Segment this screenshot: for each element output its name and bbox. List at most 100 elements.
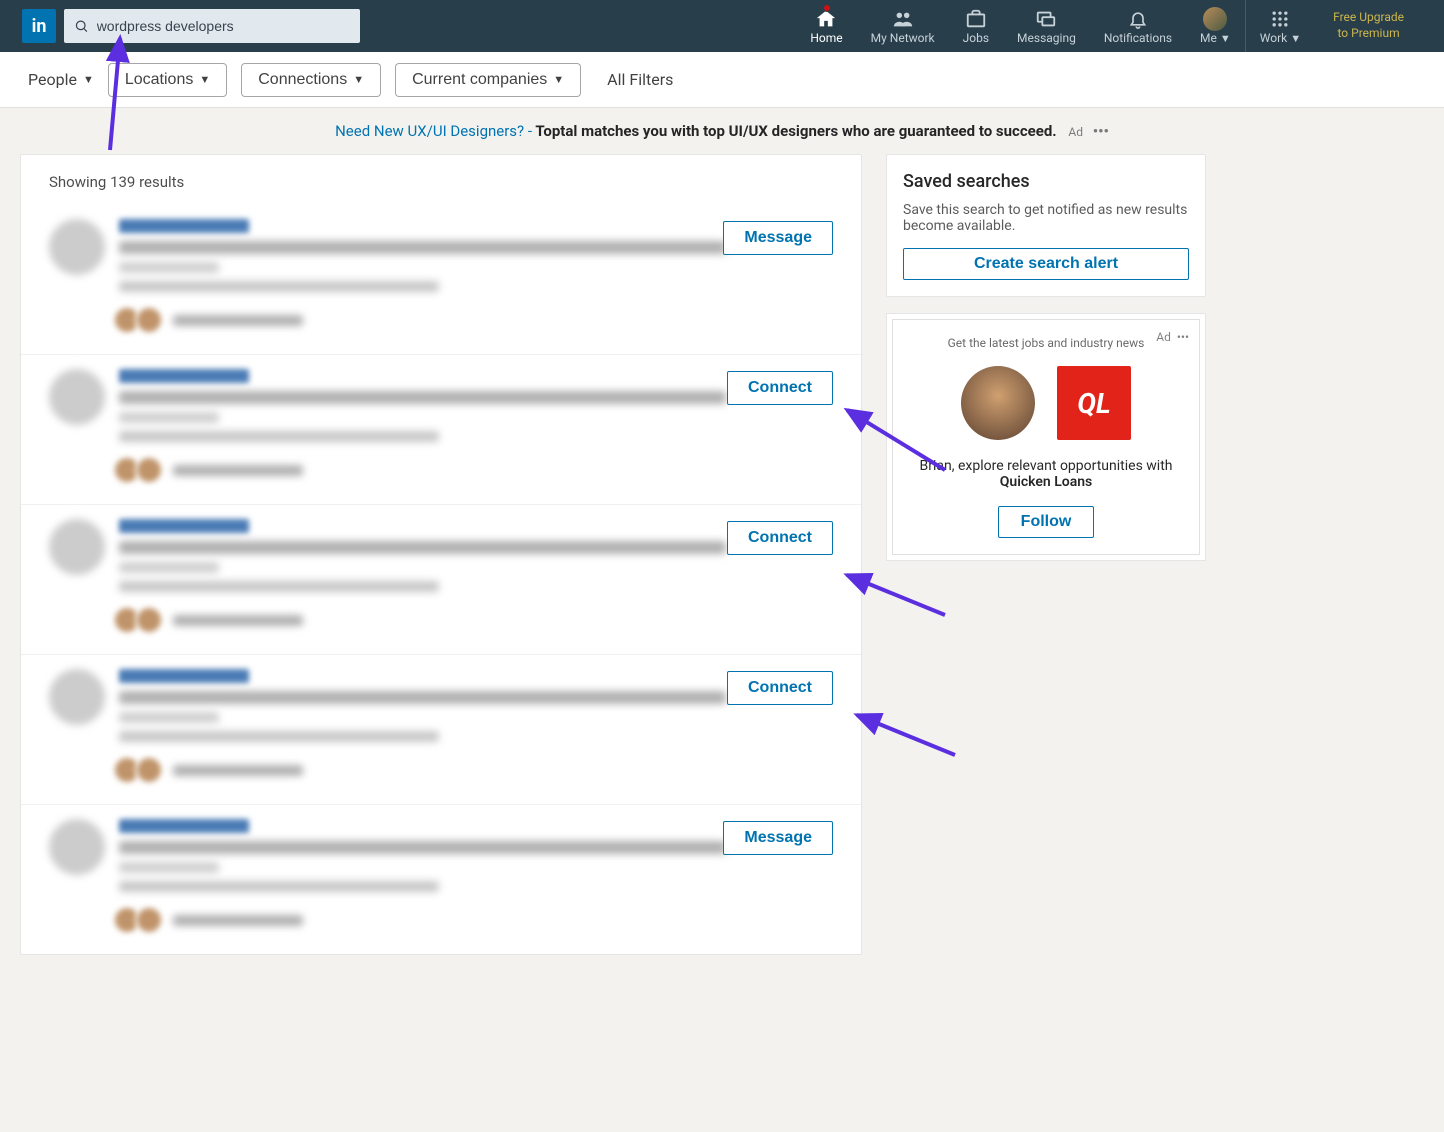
saved-searches-title: Saved searches: [903, 171, 1189, 192]
nav-messaging-label: Messaging: [1017, 31, 1076, 45]
result-headline: [119, 691, 726, 704]
shared-connections: [119, 306, 833, 334]
promo-subtitle: Get the latest jobs and industry news: [909, 336, 1183, 350]
more-icon[interactable]: •••: [1177, 330, 1189, 344]
result-action-button[interactable]: Connect: [727, 671, 833, 705]
chevron-down-icon: ▼: [83, 73, 94, 86]
result-location: [119, 862, 219, 873]
result-location: [119, 262, 219, 273]
nav-messaging[interactable]: Messaging: [1003, 0, 1090, 52]
nav-home-label: Home: [810, 31, 842, 45]
shared-connections: [119, 606, 833, 634]
shared-connections: [119, 756, 833, 784]
result-name[interactable]: [119, 219, 249, 233]
shared-connections: [119, 906, 833, 934]
jobs-icon: [965, 8, 987, 30]
sponsored-card: Ad ••• Get the latest jobs and industry …: [886, 313, 1206, 561]
result-headline: [119, 841, 726, 854]
result-summary: [119, 731, 439, 742]
result-name[interactable]: [119, 669, 249, 683]
result-location: [119, 712, 219, 723]
chevron-down-icon: ▼: [199, 74, 210, 86]
promo-avatar: [961, 366, 1035, 440]
grid-icon: [1270, 9, 1290, 29]
result-name[interactable]: [119, 819, 249, 833]
promo-images: QL: [909, 366, 1183, 440]
notification-dot: [823, 4, 831, 12]
nav-jobs[interactable]: Jobs: [949, 0, 1003, 52]
more-icon[interactable]: •••: [1093, 122, 1109, 140]
result-avatar[interactable]: [49, 369, 105, 425]
bell-icon: [1128, 8, 1148, 30]
nav-me[interactable]: Me ▼: [1186, 0, 1245, 52]
ad-tag: Ad: [1156, 330, 1171, 344]
result-action-button[interactable]: Message: [723, 221, 833, 255]
follow-button[interactable]: Follow: [998, 506, 1095, 538]
result-avatar[interactable]: [49, 519, 105, 575]
filter-bar: People▼ Locations▼ Connections▼ Current …: [0, 52, 1444, 108]
filter-people[interactable]: People▼: [28, 70, 94, 89]
filter-locations[interactable]: Locations▼: [108, 63, 227, 97]
search-result-row: Message: [21, 205, 861, 354]
search-input[interactable]: [97, 18, 350, 34]
nav-network[interactable]: My Network: [857, 0, 949, 52]
search-result-row: Connect: [21, 354, 861, 504]
saved-searches-text: Save this search to get notified as new …: [903, 202, 1189, 234]
shared-connections: [119, 456, 833, 484]
ad-link[interactable]: Need New UX/UI Designers? -: [335, 122, 532, 140]
promo-company-logo: QL: [1057, 366, 1131, 440]
saved-searches-card: Saved searches Save this search to get n…: [886, 154, 1206, 297]
search-icon: [74, 18, 89, 34]
search-result-row: Message: [21, 804, 861, 954]
premium-upsell[interactable]: Free Upgrade to Premium: [1315, 10, 1422, 41]
result-info: [119, 369, 833, 484]
promo-text: Brian, explore relevant opportunities wi…: [909, 458, 1183, 490]
create-search-alert-button[interactable]: Create search alert: [903, 248, 1189, 280]
ad-banner: Need New UX/UI Designers? - Toptal match…: [0, 108, 1444, 154]
messaging-icon: [1035, 8, 1057, 30]
result-info: [119, 519, 833, 634]
result-location: [119, 412, 219, 423]
result-info: [119, 669, 833, 784]
filter-current-companies[interactable]: Current companies▼: [395, 63, 581, 97]
filter-connections[interactable]: Connections▼: [241, 63, 381, 97]
chevron-down-icon: ▼: [553, 74, 564, 86]
nav-home[interactable]: Home: [796, 0, 856, 52]
avatar: [1203, 7, 1227, 31]
result-action-button[interactable]: Connect: [727, 521, 833, 555]
result-summary: [119, 881, 439, 892]
results-panel: Showing 139 results Message Connec: [20, 154, 862, 955]
global-header: in Home My Network Jobs Messaging Notifi…: [0, 0, 1444, 52]
search-box[interactable]: [64, 9, 360, 43]
result-summary: [119, 581, 439, 592]
nav-notifications-label: Notifications: [1104, 31, 1172, 45]
search-result-row: Connect: [21, 504, 861, 654]
result-action-button[interactable]: Connect: [727, 371, 833, 405]
primary-nav: Home My Network Jobs Messaging Notificat…: [796, 0, 1422, 52]
linkedin-logo[interactable]: in: [22, 9, 56, 43]
all-filters[interactable]: All Filters: [607, 70, 673, 89]
result-headline: [119, 241, 726, 254]
network-icon: [891, 8, 915, 30]
result-summary: [119, 431, 439, 442]
result-headline: [119, 391, 726, 404]
result-name[interactable]: [119, 519, 249, 533]
nav-notifications[interactable]: Notifications: [1090, 0, 1186, 52]
chevron-down-icon: ▼: [353, 74, 364, 86]
search-result-row: Connect: [21, 654, 861, 804]
nav-work-label: Work ▼: [1260, 31, 1301, 45]
nav-work[interactable]: Work ▼: [1246, 0, 1315, 52]
result-headline: [119, 541, 726, 554]
ad-text: Toptal matches you with top UI/UX design…: [532, 122, 1057, 140]
nav-jobs-label: Jobs: [963, 31, 989, 45]
result-avatar[interactable]: [49, 819, 105, 875]
result-action-button[interactable]: Message: [723, 821, 833, 855]
result-avatar[interactable]: [49, 669, 105, 725]
result-location: [119, 562, 219, 573]
ad-tag: Ad: [1068, 125, 1083, 139]
results-count: Showing 139 results: [21, 155, 861, 205]
result-avatar[interactable]: [49, 219, 105, 275]
nav-network-label: My Network: [871, 31, 935, 45]
promo-top: Ad •••: [1156, 330, 1189, 344]
result-name[interactable]: [119, 369, 249, 383]
